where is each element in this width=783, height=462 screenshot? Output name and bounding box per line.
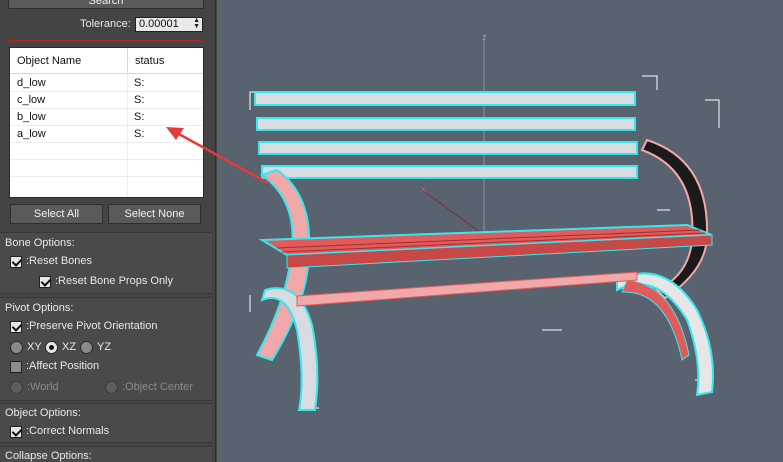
table-row <box>10 143 203 160</box>
backrest-slats <box>254 91 638 179</box>
collapse-options-group: Collapse Options: <box>0 446 212 462</box>
radio-world-label: :World <box>27 381 59 393</box>
radio-object-center[interactable] <box>105 381 118 394</box>
table-row <box>10 160 203 177</box>
spinner-arrows-icon[interactable]: ▲ ▼ <box>193 17 200 30</box>
object-options-title: Object Options: <box>5 407 81 419</box>
column-header-status[interactable]: status <box>128 48 203 74</box>
tolerance-label: Tolerance: <box>80 18 131 30</box>
table-row[interactable]: d_low S: <box>10 75 203 92</box>
3d-viewport[interactable]: z x <box>217 0 783 462</box>
select-all-button[interactable]: Select All <box>10 204 103 224</box>
pivot-options-title: Pivot Options: <box>5 302 74 314</box>
bench-model: z x <box>249 32 720 411</box>
radio-object-center-label: :Object Center <box>122 381 193 393</box>
radio-xz[interactable] <box>45 341 58 354</box>
reset-bones-checkbox[interactable] <box>10 256 22 268</box>
stretcher-bar <box>296 271 638 307</box>
status-cell: S: <box>134 94 145 106</box>
reset-bone-props-checkbox[interactable] <box>39 276 51 288</box>
status-cell: S: <box>134 111 145 123</box>
table-row <box>10 177 203 194</box>
radio-world[interactable] <box>10 381 23 394</box>
object-name-cell: b_low <box>17 111 46 123</box>
search-button[interactable]: Search <box>8 0 204 9</box>
correct-normals-label: :Correct Normals <box>26 425 110 437</box>
column-header-object-name[interactable]: Object Name <box>10 48 128 74</box>
correct-normals-checkbox[interactable] <box>10 426 22 438</box>
radio-xy-label: XY <box>27 341 42 353</box>
x-axis-line <box>421 189 485 236</box>
object-list[interactable]: Object Name status d_low S: c_low S: b_l… <box>9 47 204 198</box>
object-options-group: Object Options: :Correct Normals <box>0 403 212 443</box>
radio-xy[interactable] <box>10 341 23 354</box>
radio-xz-label: XZ <box>62 341 77 353</box>
status-cell: S: <box>134 128 145 140</box>
bone-options-title: Bone Options: <box>5 237 75 249</box>
object-name-cell: a_low <box>17 128 46 140</box>
object-name-cell: d_low <box>17 77 46 89</box>
pivot-options-group: Pivot Options: :Preserve Pivot Orientati… <box>0 297 212 401</box>
preserve-pivot-orientation-label: :Preserve Pivot Orientation <box>26 320 158 332</box>
z-axis-label: z <box>482 32 487 42</box>
red-separator <box>8 40 204 42</box>
reset-bones-label: :Reset Bones <box>26 255 93 267</box>
collapse-options-title: Collapse Options: <box>5 450 92 462</box>
table-row[interactable]: a_low S: <box>10 126 203 143</box>
affect-position-label: :Affect Position <box>26 360 100 372</box>
radio-yz-label: YZ <box>97 341 112 353</box>
preserve-pivot-orientation-checkbox[interactable] <box>10 321 22 333</box>
bone-options-group: Bone Options: :Reset Bones :Reset Bone P… <box>0 232 212 294</box>
bench-legs <box>255 138 714 411</box>
radio-yz[interactable] <box>80 341 93 354</box>
select-none-button[interactable]: Select None <box>108 204 201 224</box>
x-axis-label: x <box>421 184 426 194</box>
tolerance-value: 0.00001 <box>139 18 179 30</box>
table-row[interactable]: b_low S: <box>10 109 203 126</box>
tool-panel: Search Tolerance: 0.00001 ▲ ▼ Object Name… <box>0 0 216 462</box>
tolerance-spinner[interactable]: 0.00001 ▲ ▼ <box>135 17 203 32</box>
reset-bone-props-label: :Reset Bone Props Only <box>55 275 174 287</box>
status-cell: S: <box>134 77 145 89</box>
affect-position-checkbox[interactable] <box>10 361 22 373</box>
object-name-cell: c_low <box>17 94 46 106</box>
seat-slats <box>258 223 713 269</box>
table-row[interactable]: c_low S: <box>10 92 203 109</box>
